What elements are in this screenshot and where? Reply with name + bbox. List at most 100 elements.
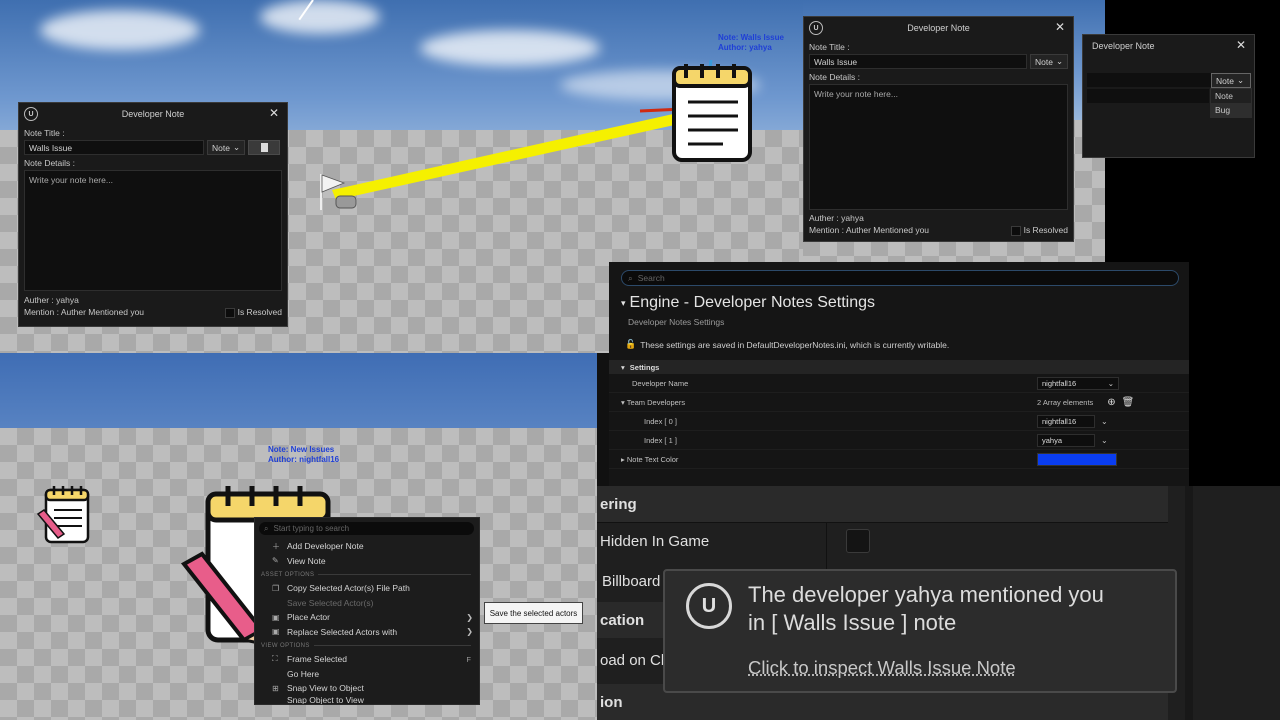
chevron-down-icon[interactable]: ⌄ [1101,436,1108,445]
save-note-button[interactable] [248,140,280,155]
unreal-logo-icon: U [809,21,823,35]
search-icon: ⌕ [628,272,633,283]
dialog-title: Developer Note [121,109,185,119]
actor-context-menu[interactable]: ⌕ Start typing to search ＋ Add Developer … [254,517,480,705]
team-developers-row: ▾ Team Developers 2 Array elements ⊕ 🗑 [609,393,1189,412]
snap-icon: ⊞ [272,683,279,693]
settings-subtitle: Developer Notes Settings [628,317,725,327]
developer-name-combo[interactable]: nightfall16 ⌄ [1037,376,1119,390]
note-type-value: Note [1216,75,1234,86]
note-type-dropdown[interactable]: Note ⌄ [207,140,245,155]
menu-copy-file-path[interactable]: ❐ Copy Selected Actor(s) File Path [255,581,479,596]
type-option-bug[interactable]: Bug [1211,103,1251,117]
note-text-color-swatch[interactable] [1037,452,1117,466]
note-details-textarea[interactable] [1087,89,1209,103]
is-resolved-checkbox[interactable]: Is Resolved [224,307,282,318]
menu-add-developer-note[interactable]: ＋ Add Developer Note [255,539,479,554]
frame-icon: ⛶ [272,654,278,664]
settings-info-text: These settings are saved in DefaultDevel… [640,339,950,350]
chevron-down-icon[interactable]: ⌄ [1101,417,1108,426]
type-option-note[interactable]: Note [1211,89,1251,103]
inspect-note-link[interactable]: Click to inspect Walls Issue Note [748,657,1016,679]
settings-title[interactable]: ▾ Engine - Developer Notes Settings [621,294,1189,312]
close-icon[interactable]: ✕ [269,106,279,120]
index-0-input[interactable]: nightfall16 [1037,414,1095,428]
type-dropdown-list[interactable]: Note Bug [1210,88,1252,118]
note-actor-icon[interactable] [668,60,754,164]
mention-text: Mention : Auther Mentioned you [809,225,930,236]
team-index-0-row: Index [ 0 ] nightfall16 ⌄ [609,412,1189,431]
menu-label: Place Actor [287,612,330,623]
developer-note-dialog-3[interactable]: Developer Note ✕ Note ⌄ Note Bug [1082,34,1255,158]
menu-replace-actors[interactable]: ▣ Replace Selected Actors with ❯ [255,625,479,640]
team-developers-header[interactable]: ▾ Team Developers [621,398,685,407]
team-developers-label: Team Developers [626,397,686,407]
dialog-header[interactable]: U Developer Note ✕ [804,17,1073,39]
details-rendering-header[interactable]: ering [597,486,637,522]
context-search-input[interactable]: ⌕ Start typing to search [259,522,474,535]
is-resolved-label: Is Resolved [1023,225,1068,235]
note-title-input[interactable] [1087,73,1211,87]
index-1-label: Index [ 1 ] [644,435,677,445]
menu-snap-object[interactable]: Snap Object to View [255,696,479,704]
menu-save-selected[interactable]: Save Selected Actor(s) [255,596,479,611]
details-section-band [597,486,1168,522]
details-section-header[interactable]: ion [597,684,623,720]
menu-go-here[interactable]: Go Here [255,667,479,682]
checkbox-box[interactable] [224,307,235,318]
note-type-value: Note [212,142,230,153]
settings-left-strip [597,353,609,486]
note-world-label: Note: Walls Issue Author: yahya [718,33,784,53]
developer-notes-settings-panel: ⌕ Search ▾ Engine - Developer Notes Sett… [609,262,1189,486]
note-type-dropdown[interactable]: Note ⌄ [1030,54,1068,69]
collapse-arrow-icon: ▾ [621,297,626,308]
chevron-down-icon: ⌄ [232,142,241,152]
menu-place-actor[interactable]: ▣ Place Actor ❯ [255,610,479,625]
add-element-icon[interactable]: ⊕ [1107,397,1115,408]
note-details-textarea[interactable]: Write your note here... [809,84,1068,210]
menu-frame-selected[interactable]: ⛶ Frame Selected F [255,652,479,667]
settings-search-placeholder: Search [637,273,665,283]
settings-search-input[interactable]: ⌕ Search [621,270,1179,286]
dialog-header[interactable]: Developer Note ✕ [1083,35,1254,57]
details-billboard: Billboard [602,572,661,590]
note-actor-icon-small[interactable] [36,484,92,544]
close-icon[interactable]: ✕ [1236,38,1246,52]
menu-view-note[interactable]: ✎ View Note [255,554,479,569]
note-details-label: Note Details : [24,158,76,168]
is-resolved-label: Is Resolved [237,307,282,317]
details-location-header[interactable]: cation [597,602,644,638]
trash-icon[interactable]: 🗑 [1122,397,1135,408]
note-type-dropdown[interactable]: Note ⌄ [1211,73,1251,88]
menu-label: Go Here [287,668,320,679]
note-title-input[interactable]: Walls Issue [809,54,1027,69]
details-hidden-in-game: Hidden In Game [600,532,710,550]
is-resolved-checkbox[interactable]: Is Resolved [1010,225,1068,236]
note-label-title: Note: New Issues [268,445,335,454]
details-scrollbar[interactable] [1185,486,1193,720]
note-title-input[interactable]: Walls Issue [24,140,204,155]
context-search-placeholder: Start typing to search [273,524,350,533]
pencil-icon: ✎ [272,556,279,566]
menu-label: Save Selected Actor(s) [287,597,374,608]
search-icon: ⌕ [264,523,269,533]
developer-note-dialog-2[interactable]: U Developer Note ✕ Note Title : Walls Is… [803,16,1074,242]
unlock-icon: 🔓 [625,339,637,349]
settings-category-header[interactable]: ▾ Settings [609,360,1189,374]
checkbox-box[interactable] [1010,225,1021,236]
menu-snap-view[interactable]: ⊞ Snap View to Object [255,681,479,696]
index-1-input[interactable]: yahya [1037,433,1095,447]
close-icon[interactable]: ✕ [1055,20,1065,34]
category-label: Settings [629,362,660,372]
hidden-in-game-checkbox[interactable] [846,529,870,553]
unreal-logo-icon: U [24,107,38,121]
developer-note-dialog[interactable]: U Developer Note ✕ Note Title : Walls Is… [18,102,288,327]
note-details-textarea[interactable]: Write your note here... [24,170,282,291]
note-text-color-row: ▸ Note Text Color #0a3df0 [609,450,1189,469]
mention-notification-toast[interactable]: U The developer yahya mentioned you in [… [663,569,1177,693]
team-index-1-row: Index [ 1 ] yahya ⌄ [609,431,1189,450]
shortcut-label: F [466,654,471,664]
section-view-options: VIEW OPTIONS [255,639,479,652]
dialog-header[interactable]: U Developer Note ✕ [19,103,287,125]
note-text-color-header[interactable]: ▸ Note Text Color [621,455,678,464]
